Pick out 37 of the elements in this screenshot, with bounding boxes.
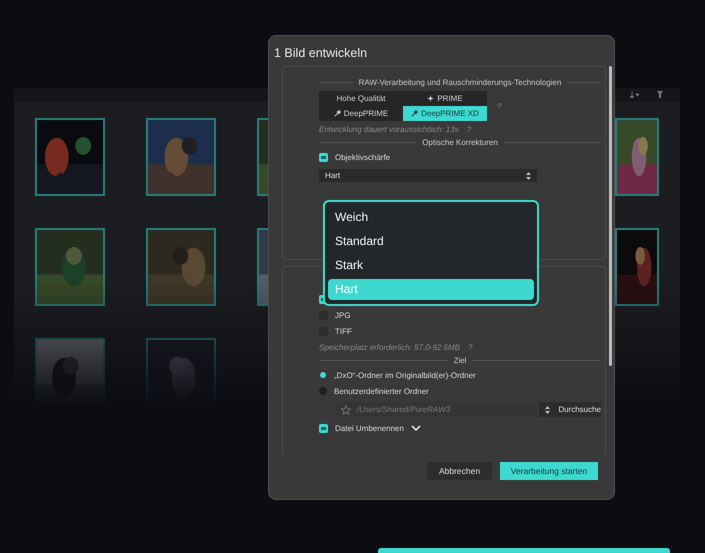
segment-option[interactable]: PRIME xyxy=(403,91,487,106)
star-icon xyxy=(341,404,351,414)
checkbox-label: Objektivschärfe xyxy=(335,152,390,162)
browse-button[interactable]: Durchsuche xyxy=(539,402,601,417)
section-heading: Ziel xyxy=(454,356,466,364)
storage-text: Speicherplatz erforderlich: 57.0-92.6MB xyxy=(319,342,460,352)
checkbox-label: JPG xyxy=(335,310,351,320)
chevron-down-icon[interactable] xyxy=(410,424,421,432)
wand-icon xyxy=(334,110,341,117)
dropdown-option[interactable]: Stark xyxy=(328,254,534,276)
scrollbar[interactable] xyxy=(609,66,612,366)
checkbox-label: Datei Umbenennen xyxy=(335,424,404,432)
strength-select[interactable]: Hart xyxy=(319,169,537,182)
sort-icon xyxy=(630,91,639,99)
wand-icon xyxy=(411,110,418,117)
radio-button[interactable] xyxy=(320,372,326,378)
sparkle-icon xyxy=(427,95,434,102)
checkbox[interactable] xyxy=(319,152,328,162)
filter-icon xyxy=(657,91,666,99)
spinner-icon xyxy=(526,172,531,180)
start-button[interactable]: Verarbeitung starten xyxy=(500,462,598,480)
dialog-title: 1 Bild entwickeln xyxy=(274,46,368,62)
radio-button[interactable] xyxy=(319,387,327,395)
dropdown-option[interactable]: Weich xyxy=(328,206,534,228)
spinner-icon xyxy=(545,406,550,414)
section-heading: RAW-Verarbeitung und Rauschminderungs-Technologien xyxy=(358,78,562,86)
segment-option[interactable]: DeepPRIME XD xyxy=(403,106,487,121)
radio-label: Benutzerdefinierter Ordner xyxy=(334,386,429,396)
segment-option[interactable]: DeepPRIME xyxy=(319,106,403,121)
dropdown-option[interactable]: Standard xyxy=(328,230,534,252)
estimate-text: Entwicklung dauert voraussichtlich: 13s xyxy=(319,124,459,134)
checkbox-label: TIFF xyxy=(335,326,352,336)
section-heading: Optische Korrekturen xyxy=(422,138,498,146)
radio-label: „DxO“-Ordner im Originalbild(er)-Ordner xyxy=(334,370,476,380)
cancel-button[interactable]: Abbrechen xyxy=(427,462,492,480)
checkbox[interactable] xyxy=(319,424,328,432)
segment-option[interactable]: Hohe Qualität xyxy=(319,91,403,106)
